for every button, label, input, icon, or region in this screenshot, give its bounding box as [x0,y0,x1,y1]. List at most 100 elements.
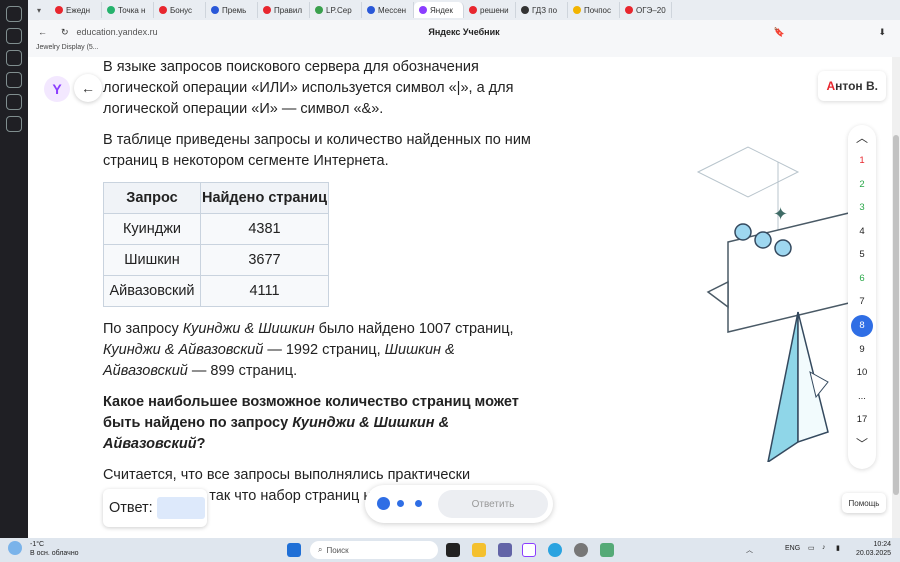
tab-favicon-icon [211,6,219,14]
tab-label: Точка н [118,5,146,15]
browser-tab[interactable]: LP.Сер [310,2,362,18]
table-row: Шишкин 3677 [103,244,329,276]
chevron-up-icon[interactable]: ︿ [856,125,868,149]
clock[interactable]: 10:24 20.03.2025 [856,540,891,558]
settings-icon[interactable] [6,116,22,132]
task-number-6[interactable]: 6 [851,267,873,291]
svg-text:✦: ✦ [773,204,788,225]
table-cell: Айвазовский [103,275,201,307]
teams-icon[interactable] [498,543,512,557]
tab-bar: ▾ Ежедн Точка н Бонус Премь Правил LP.Сер Месс… [28,0,900,20]
task-number-2[interactable]: 2 [851,173,873,197]
bookmarks-bar: Jewelry Display (5... [28,44,900,57]
browser-tab[interactable]: решени [464,2,516,18]
telegram-icon[interactable] [548,543,562,557]
task-number-7[interactable]: 7 [851,290,873,314]
file-explorer-icon[interactable] [472,543,486,557]
back-button[interactable]: ← [74,74,102,102]
task-number-9[interactable]: 9 [851,338,873,362]
chevron-up-tray-icon[interactable]: ︿ [746,545,753,555]
language-indicator[interactable]: ENG [785,545,800,552]
task-paragraph-3: По запросу Куинджи & Шишкин было найдено… [103,321,514,379]
browser-tab[interactable]: Яндек [414,2,464,18]
task-question: Какое наибольшее возможное количество ст… [103,394,519,452]
history-icon[interactable] [6,6,22,22]
battery-icon[interactable]: ▮ [836,544,840,552]
windows-start-icon[interactable] [287,543,301,557]
table-row: Айвазовский 4111 [103,275,329,307]
task-number-11[interactable]: ... [851,385,873,409]
table-row: Куинджи 4381 [103,213,329,245]
answer-input[interactable] [156,497,205,519]
user-profile[interactable]: Антон В. [818,71,886,101]
progress-dot [377,497,390,510]
help-button[interactable]: Помощь [842,493,886,513]
page-title: Яндекс Учебник [428,27,500,37]
volume-icon[interactable]: ♪ [822,544,826,551]
tab-favicon-icon [625,6,633,14]
tab-label: Бонус [170,5,193,15]
scrollbar[interactable] [892,57,900,538]
task-number-8[interactable]: 8 [851,314,873,337]
play-icon[interactable] [6,72,22,88]
settings-gear-icon[interactable] [574,543,588,557]
browser-tab[interactable]: Точка н [102,2,154,18]
task-view-icon[interactable] [446,543,460,557]
back-nav-icon[interactable]: ← [38,27,47,37]
bookmark-icon[interactable]: 🔖 [774,27,785,38]
chevron-down-icon[interactable]: ﹀ [856,432,868,456]
browser-tab[interactable]: Мессен [362,2,414,18]
task-navigation: ︿ 1 2 3 4 5 6 7 8 9 10... 17 ﹀ [848,125,876,469]
task-number-5[interactable]: 5 [851,243,873,267]
task-number-12[interactable]: 17 [851,408,873,432]
yandex-browser-icon[interactable] [522,543,536,557]
browser-tab[interactable]: Ежедн [50,2,102,18]
answer-box: Ответ: [103,489,207,527]
task-number-10[interactable]: 10 [851,361,873,385]
bookmark-item[interactable]: Jewelry Display (5... [36,44,99,51]
downloads-icon[interactable] [6,50,22,66]
table-header-row: Запрос Найдено страниц [103,182,329,214]
browser-sidebar [0,0,28,538]
browser-tab[interactable]: Премь [206,2,258,18]
queries-table: Запрос Найдено страниц Куинджи 4381 Шишк… [103,182,329,307]
tab-favicon-icon [263,6,271,14]
tab-label: Ежедн [66,5,91,15]
browser-tab[interactable]: ГДЗ по [516,2,568,18]
search-icon: ⌕ [318,545,323,554]
tab-label: Мессен [378,5,407,15]
table-header: Найдено страниц [200,182,329,214]
download-icon[interactable]: ⬇ [878,27,886,38]
browser-tab[interactable]: ОГЭ–20 [620,2,672,18]
browser-tab[interactable]: Бонус [154,2,206,18]
yandex-uchebnik-logo[interactable]: Y [44,76,70,102]
task-number-4[interactable]: 4 [851,220,873,244]
taskbar-search[interactable]: ⌕ Поиск [310,541,438,559]
progress-dot [397,500,404,507]
url-field[interactable]: education.yandex.ru [77,27,158,37]
task-number-3[interactable]: 3 [851,196,873,220]
task-number-1[interactable]: 1 [851,149,873,173]
tab-favicon-icon [469,6,477,14]
tab-menu-icon[interactable]: ▾ [28,0,50,20]
scrollbar-thumb[interactable] [893,135,899,495]
table-cell: 4381 [200,213,329,245]
submit-answer-button[interactable]: Ответить [438,490,548,518]
weather-widget[interactable]: -1°C В осн. облачно [30,540,79,558]
app-icon[interactable] [600,543,614,557]
browser-tab[interactable]: Почпос [568,2,620,18]
progress-dot [415,500,422,507]
arrow-left-icon: ← [81,80,95,96]
tab-label: Правил [274,5,303,15]
network-icon[interactable]: ▭ [808,544,815,552]
tab-favicon-icon [55,6,63,14]
table-cell: 3677 [200,244,329,276]
tab-favicon-icon [107,6,115,14]
tab-label: Яндек [430,5,453,15]
browser-tab[interactable]: Правил [258,2,310,18]
address-bar: ← ↻ education.yandex.ru Яндекс Учебник 🔖… [28,20,900,44]
tab-label: ОГЭ–20 [636,5,666,15]
reload-icon[interactable]: ↻ [61,27,69,38]
calendar-icon[interactable] [6,94,22,110]
collections-icon[interactable] [6,28,22,44]
